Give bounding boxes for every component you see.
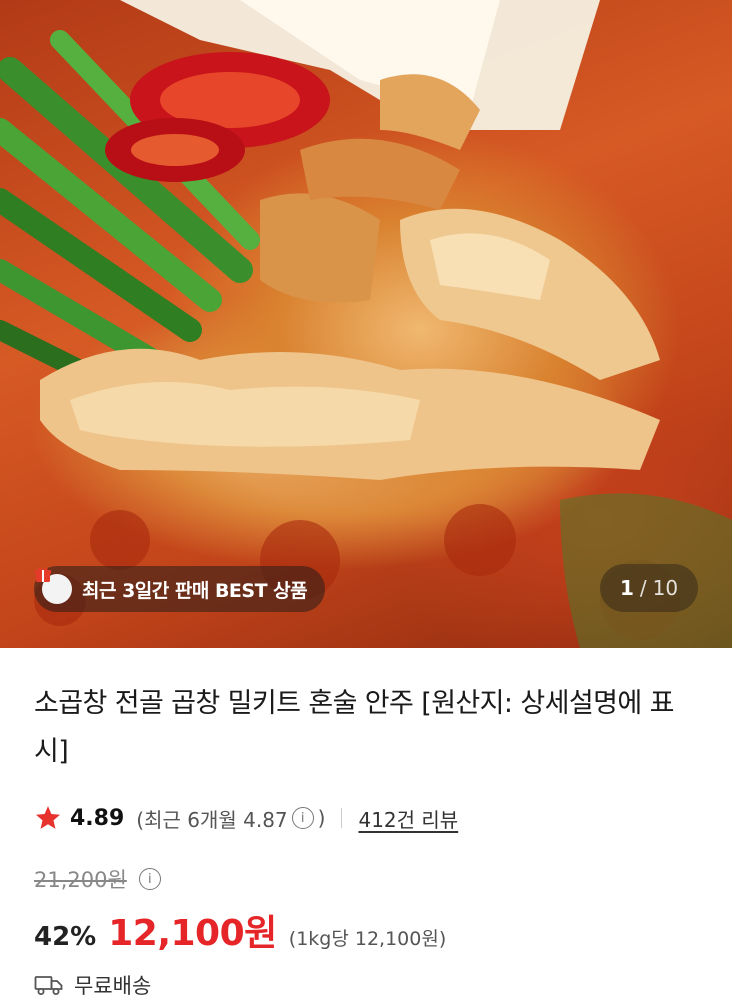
recent-rating-close: ) <box>317 806 326 830</box>
recent-rating-label: (최근 6개월 4.87 <box>136 807 288 832</box>
best-seller-badge: 최근 3일간 판매 BEST 상품 <box>34 566 326 612</box>
rating-row: 4.89 (최근 6개월 4.87 i ) 412건 리뷰 <box>34 800 458 836</box>
image-counter: 1 / 10 <box>600 564 698 612</box>
gift-icon <box>35 567 72 604</box>
truck-icon <box>34 976 63 995</box>
original-price: 21,200원 <box>34 868 127 892</box>
image-counter-current: 1 <box>619 576 634 600</box>
shipping-row: 무료배송 <box>34 968 151 1000</box>
image-counter-separator: / <box>639 576 647 600</box>
star-icon <box>35 806 61 829</box>
product-title: 소곱창 전골 곱창 밀키트 혼술 안주 [원산지: 상세설명에 표시] <box>34 688 674 767</box>
image-counter-total: 10 <box>652 576 679 600</box>
unit-price: (1kg당 12,100원) <box>288 928 447 950</box>
recent-rating: (최근 6개월 4.87 i ) <box>136 804 325 833</box>
sale-price: 12,100원 <box>108 913 277 954</box>
product-image-carousel[interactable]: 최근 3일간 판매 BEST 상품 1 / 10 <box>0 0 732 648</box>
rating-score: 4.89 <box>70 805 125 831</box>
discount-rate: 42% <box>34 922 97 952</box>
best-seller-text: 최근 3일간 판매 BEST 상품 <box>82 579 308 602</box>
sale-price-row: 42% 12,100원 (1kg당 12,100원) <box>34 904 446 954</box>
divider <box>341 808 343 828</box>
original-price-row: 21,200원 i <box>34 862 165 896</box>
info-icon[interactable]: i <box>291 807 314 829</box>
shipping-label: 무료배송 <box>74 974 152 998</box>
product-photo <box>0 0 732 648</box>
price-info-icon[interactable]: i <box>138 868 161 890</box>
review-count-link[interactable]: 412건 리뷰 <box>358 804 458 833</box>
